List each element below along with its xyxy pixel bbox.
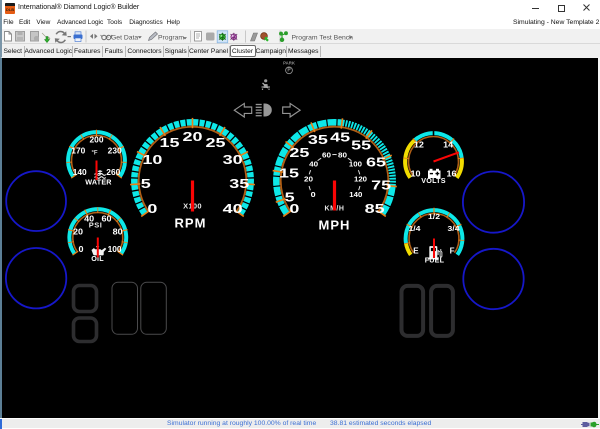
svg-text:3/4: 3/4 — [448, 224, 461, 233]
svg-text:65: 65 — [366, 155, 386, 170]
svg-text:PARK: PARK — [283, 60, 296, 65]
svg-text:140: 140 — [349, 192, 362, 199]
svg-text:60: 60 — [322, 152, 331, 159]
svg-text:15: 15 — [160, 135, 180, 150]
svg-text:100: 100 — [349, 162, 362, 169]
svg-text:40: 40 — [223, 201, 243, 216]
svg-text:10: 10 — [410, 170, 421, 179]
svg-text:°F: °F — [91, 151, 97, 157]
svg-text:MPH: MPH — [319, 218, 351, 233]
svg-text:14: 14 — [443, 141, 454, 150]
svg-text:10: 10 — [142, 152, 162, 167]
svg-text:RPM: RPM — [175, 216, 207, 231]
svg-text:85: 85 — [365, 201, 385, 216]
svg-text:Program: Program — [158, 34, 184, 41]
svg-text:0: 0 — [147, 201, 157, 216]
svg-text:55: 55 — [351, 137, 371, 152]
svg-text:30: 30 — [223, 152, 243, 167]
svg-text:20: 20 — [304, 177, 313, 184]
svg-text:170: 170 — [71, 147, 86, 156]
svg-text:40: 40 — [309, 162, 318, 169]
svg-text:1/4: 1/4 — [408, 224, 421, 233]
svg-text:25: 25 — [205, 135, 225, 150]
svg-text:75: 75 — [371, 178, 391, 193]
svg-text:0: 0 — [311, 192, 316, 199]
svg-text:25: 25 — [289, 145, 309, 160]
svg-text:80: 80 — [338, 152, 347, 159]
svg-text:140: 140 — [73, 168, 88, 177]
svg-text:1/2: 1/2 — [428, 212, 440, 221]
svg-text:35: 35 — [308, 132, 328, 147]
svg-text:VOLTS: VOLTS — [421, 176, 445, 185]
svg-text:16: 16 — [447, 170, 458, 179]
svg-text:60: 60 — [101, 214, 112, 223]
svg-text:260: 260 — [106, 168, 121, 177]
svg-text:Get Data: Get Data — [111, 34, 138, 41]
svg-text:80: 80 — [113, 228, 124, 237]
svg-text:20: 20 — [183, 129, 203, 144]
svg-text:230: 230 — [108, 147, 123, 156]
svg-text:35: 35 — [229, 176, 249, 191]
svg-text:5: 5 — [285, 190, 295, 205]
svg-text:Program Test Bench: Program Test Bench — [292, 34, 354, 41]
svg-text:5: 5 — [141, 176, 151, 191]
svg-text:20: 20 — [73, 228, 84, 237]
svg-text:E: E — [413, 247, 419, 256]
svg-text:12: 12 — [414, 141, 425, 150]
svg-text:PSI: PSI — [89, 221, 103, 230]
svg-text:F: F — [450, 247, 455, 256]
svg-text:0: 0 — [79, 245, 85, 254]
svg-text:200: 200 — [90, 136, 105, 145]
svg-text:120: 120 — [354, 177, 367, 184]
svg-text:100: 100 — [108, 245, 123, 254]
svg-text:45: 45 — [330, 129, 350, 144]
svg-text:WATER: WATER — [85, 178, 112, 187]
svg-text:15: 15 — [279, 166, 299, 181]
